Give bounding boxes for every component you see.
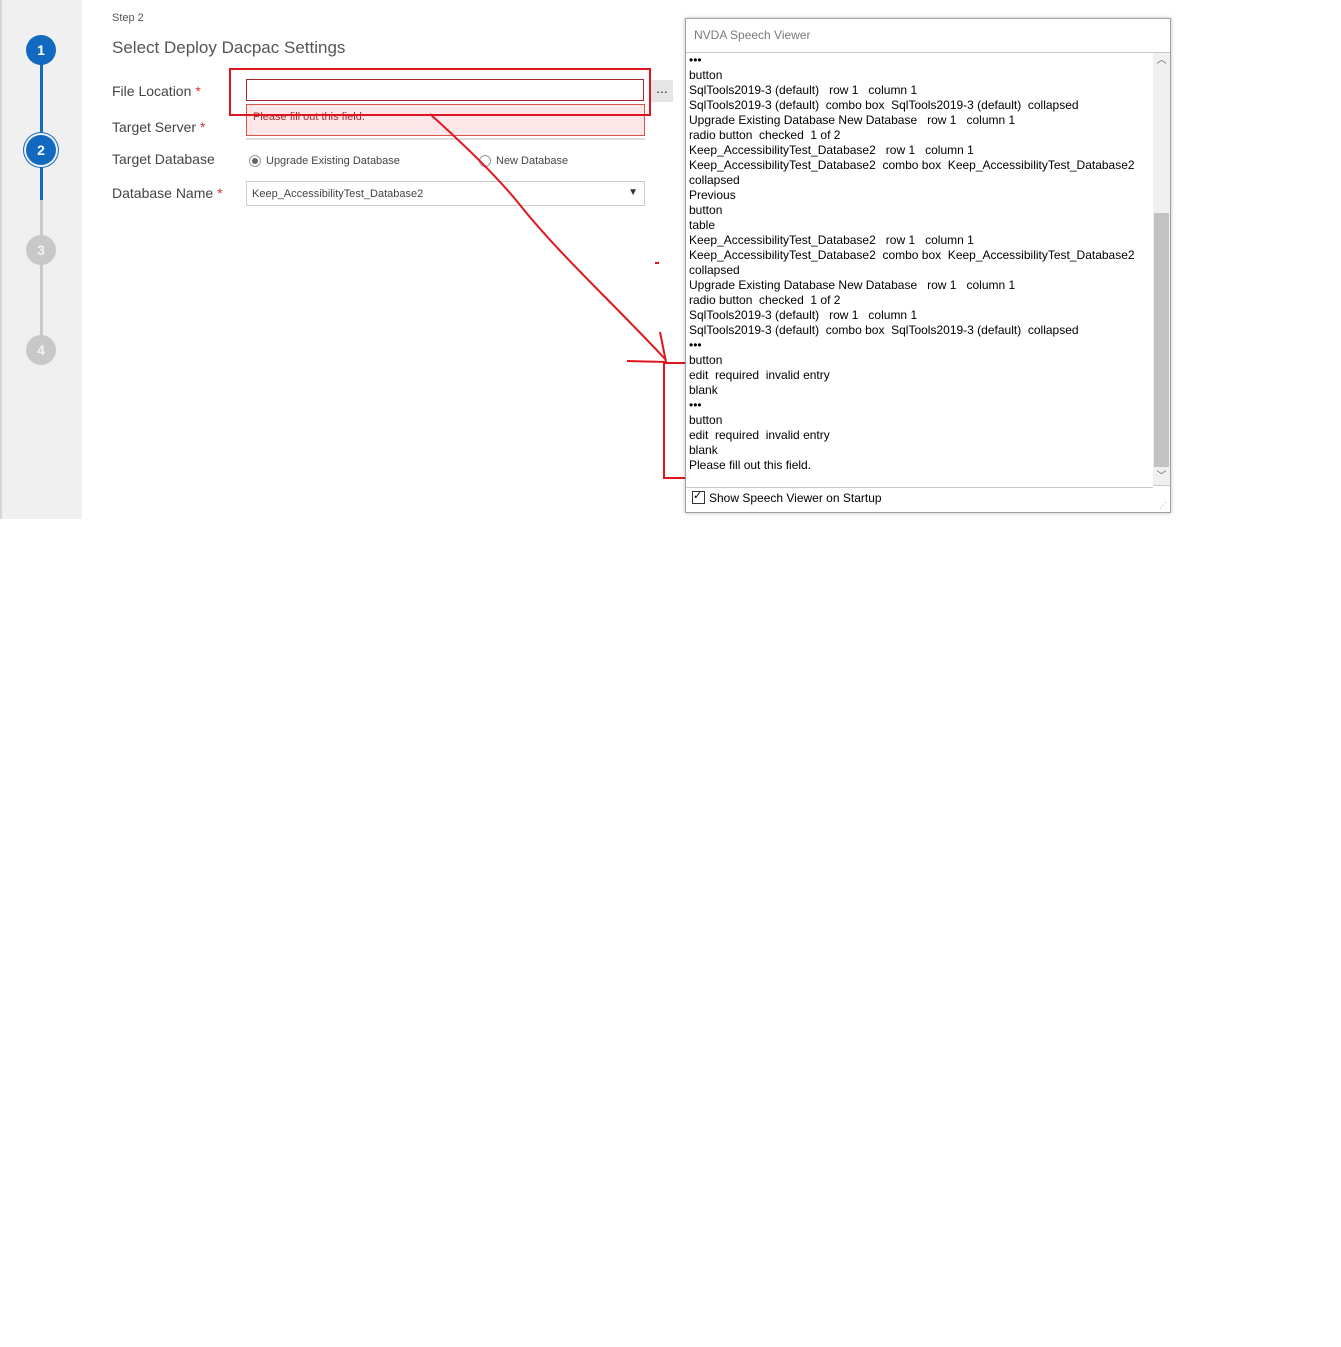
speech-log-line: button [689,203,723,217]
speech-log-line: Upgrade Existing Database New Database r… [689,278,1016,292]
show-on-startup-label: Show Speech Viewer on Startup [709,491,882,505]
speech-log-line: Keep_AccessibilityTest_Database2 row 1 c… [689,143,974,157]
speech-log-line: radio button checked 1 of 2 [689,128,841,142]
speech-log-line: table [689,218,716,232]
speech-log-line: blank [689,383,718,397]
window-title: NVDA Speech Viewer [694,28,811,42]
speech-log-line: ••• [689,398,702,412]
speech-log-line: Keep_AccessibilityTest_Database2 combo b… [689,158,1135,172]
scroll-thumb[interactable] [1154,213,1169,467]
speech-log-line: blank [689,443,718,457]
speech-log[interactable]: ••• button SqlTools2019-3 (default) row 1 … [686,52,1153,488]
speech-log-scrollbar[interactable]: ︿ ﹀ [1153,52,1170,486]
speech-log-line: edit required invalid entry [689,368,830,382]
speech-log-line: button [689,413,723,427]
speech-log-line: collapsed [689,263,740,277]
speech-log-line: ••• [689,53,702,67]
speech-log-line: SqlTools2019-3 (default) combo box SqlTo… [689,323,1079,337]
scroll-up-icon[interactable]: ︿ [1153,53,1170,69]
speech-log-line: SqlTools2019-3 (default) combo box SqlTo… [689,98,1079,112]
speech-log-line: ••• [689,338,702,352]
speech-log-line: SqlTools2019-3 (default) row 1 column 1 [689,308,918,322]
show-on-startup-checkbox[interactable]: Show Speech Viewer on Startup [692,489,882,505]
speech-log-line: edit required invalid entry [689,428,830,442]
scroll-down-icon[interactable]: ﹀ [1153,469,1170,485]
speech-log-line: SqlTools2019-3 (default) row 1 column 1 [689,83,918,97]
speech-log-line: Upgrade Existing Database New Database r… [689,113,1016,127]
speech-log-line: button [689,353,723,367]
speech-log-line: Previous [689,188,736,202]
nvda-speech-viewer-window: NVDA Speech Viewer ••• button SqlTools2019… [685,18,1171,513]
speech-log-line: Keep_AccessibilityTest_Database2 row 1 c… [689,233,974,247]
speech-log-line: Please fill out this field. [689,458,812,472]
checkbox-checked-icon [692,489,705,504]
speech-log-line: button [689,68,723,82]
speech-log-line: collapsed [689,173,740,187]
resize-grip-icon[interactable]: ⋰ [1159,501,1168,510]
speech-log-line: radio button checked 1 of 2 [689,293,841,307]
speech-log-line: Keep_AccessibilityTest_Database2 combo b… [689,248,1135,262]
